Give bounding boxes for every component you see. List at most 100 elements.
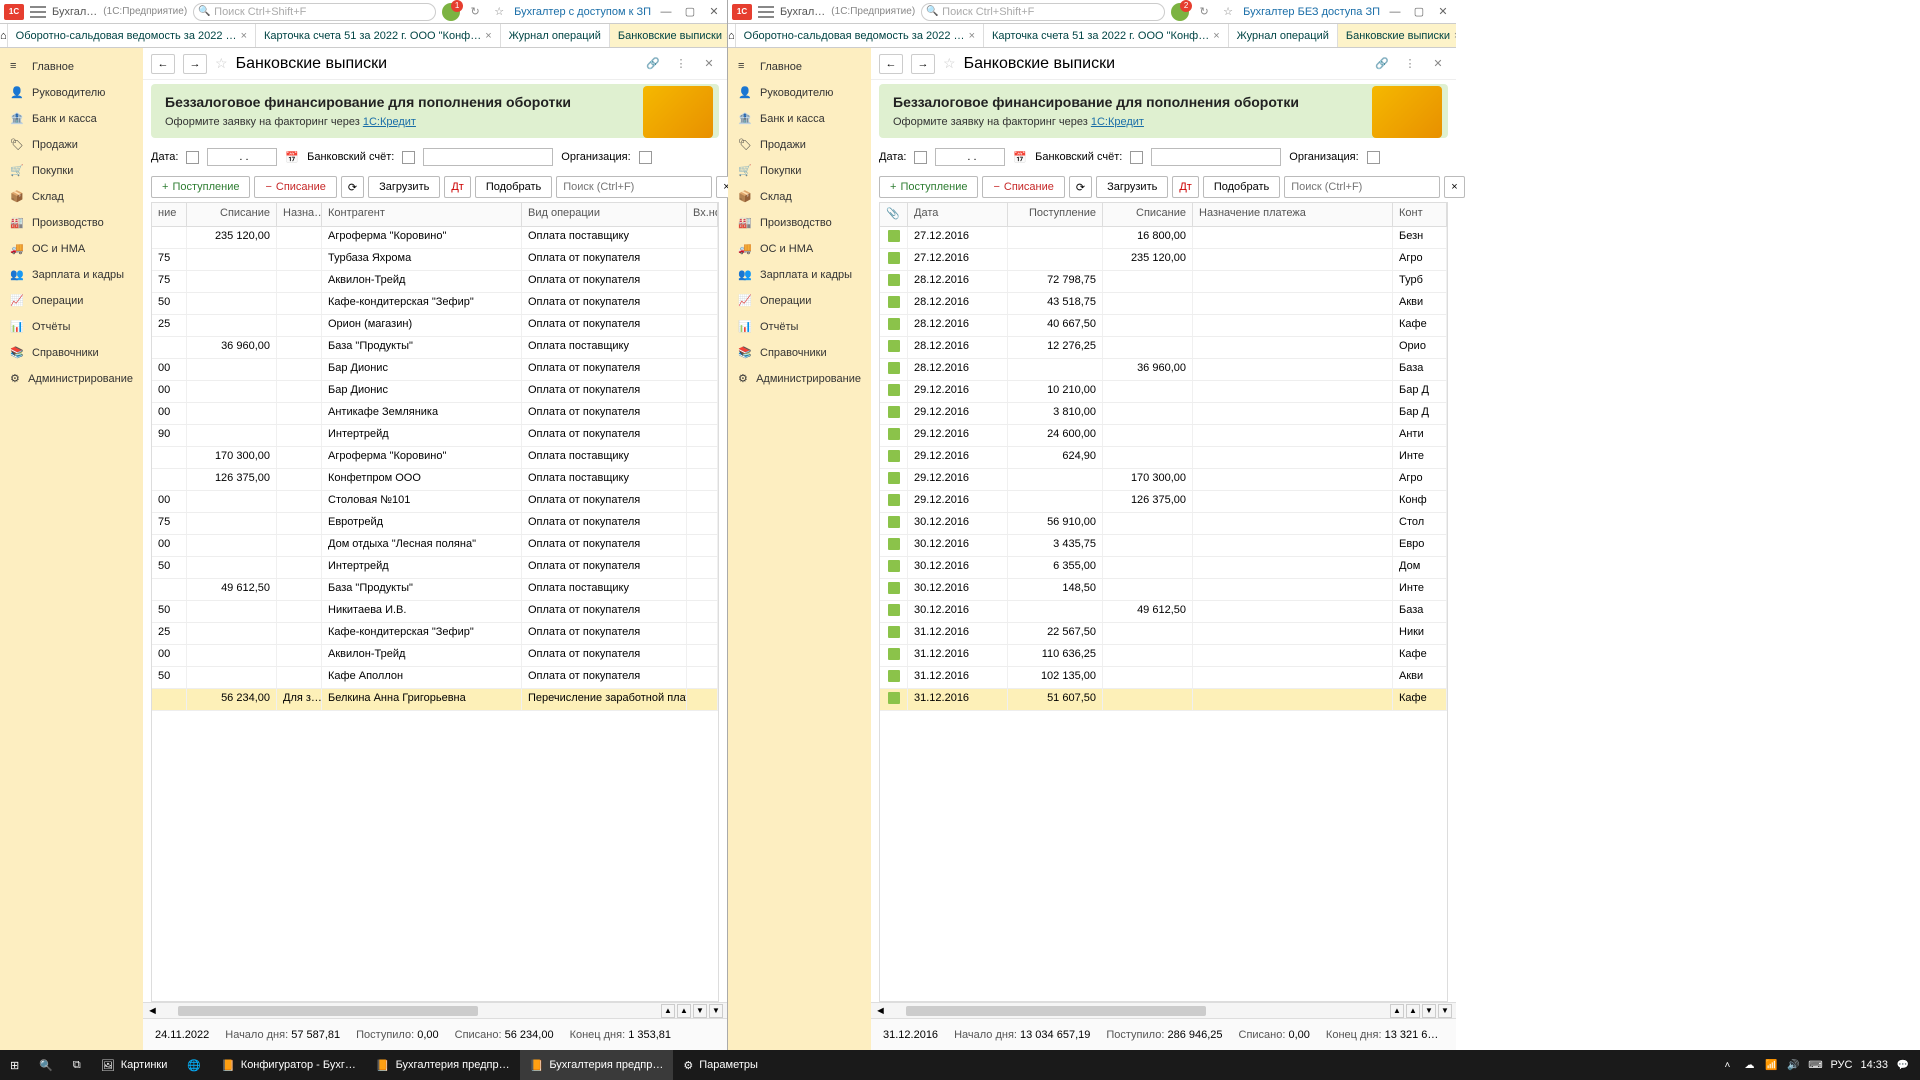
- close-button[interactable]: ✕: [1434, 3, 1452, 21]
- sidebar-item[interactable]: 🚚ОС и НМА: [0, 236, 143, 262]
- table-row[interactable]: 36 960,00База "Продукты"Оплата поставщик…: [152, 337, 718, 359]
- tray-wifi-icon[interactable]: 📶: [1764, 1058, 1778, 1072]
- sidebar-item[interactable]: 📈Операции: [728, 288, 871, 314]
- user-label[interactable]: Бухгалтер БЕЗ доступа ЗП: [1243, 6, 1380, 18]
- table-row[interactable]: 28.12.201643 518,75Акви: [880, 293, 1447, 315]
- table-row[interactable]: 29.12.2016170 300,00Агро: [880, 469, 1447, 491]
- list-search[interactable]: [556, 176, 712, 198]
- table-row[interactable]: 170 300,00Агроферма "Коровино"Оплата пос…: [152, 447, 718, 469]
- menu-icon[interactable]: [758, 6, 774, 18]
- back-button[interactable]: ←: [879, 54, 903, 74]
- tab-0[interactable]: Оборотно-сальдовая ведомость за 2022 …×: [736, 24, 984, 48]
- maximize-button[interactable]: ▢: [681, 3, 699, 21]
- table-row[interactable]: 30.12.20166 355,00Дом: [880, 557, 1447, 579]
- history-icon[interactable]: ↻: [466, 3, 484, 21]
- calendar-icon[interactable]: 📅: [285, 151, 299, 164]
- load-button[interactable]: Загрузить: [1096, 176, 1168, 198]
- taskbar-item[interactable]: 📙Бухгалтерия предпр…: [520, 1050, 674, 1080]
- income-button[interactable]: + Поступление: [879, 176, 978, 198]
- calendar-icon[interactable]: 📅: [1013, 151, 1027, 164]
- minimize-button[interactable]: —: [657, 3, 675, 21]
- clear-search-button[interactable]: ×: [1444, 176, 1464, 198]
- lang-indicator[interactable]: РУС: [1830, 1059, 1852, 1071]
- table-row[interactable]: 126 375,00Конфетпром ООООплата поставщик…: [152, 469, 718, 491]
- bank-check[interactable]: [402, 151, 415, 164]
- refresh-button[interactable]: ⟳: [341, 176, 364, 198]
- sidebar-item[interactable]: 📚Справочники: [728, 340, 871, 366]
- tray-sound-icon[interactable]: 🔊: [1786, 1058, 1800, 1072]
- table-row[interactable]: 75Аквилон-ТрейдОплата от покупателя: [152, 271, 718, 293]
- tab-0[interactable]: Оборотно-сальдовая ведомость за 2022 …×: [8, 24, 256, 48]
- outcome-button[interactable]: − Списание: [254, 176, 336, 198]
- table-row[interactable]: 50Кафе-кондитерская "Зефир"Оплата от пок…: [152, 293, 718, 315]
- close-page-button[interactable]: ✕: [1428, 54, 1448, 74]
- tab-3[interactable]: Банковские выписки×: [610, 24, 727, 48]
- sidebar-item[interactable]: 📈Операции: [0, 288, 143, 314]
- forward-button[interactable]: →: [183, 54, 207, 74]
- table-row[interactable]: 27.12.201616 800,00Безн: [880, 227, 1447, 249]
- table-row[interactable]: 00Бар ДионисОплата от покупателя: [152, 359, 718, 381]
- favorite-icon[interactable]: ☆: [215, 55, 228, 72]
- clock[interactable]: 14:33: [1860, 1059, 1888, 1071]
- sidebar-item[interactable]: ≡Главное: [728, 54, 871, 80]
- sidebar-item[interactable]: ⚙Администрирование: [728, 366, 871, 392]
- refresh-button[interactable]: ⟳: [1069, 176, 1092, 198]
- sidebar-item[interactable]: 🛒Покупки: [728, 158, 871, 184]
- taskview-button[interactable]: ⧉: [63, 1050, 91, 1080]
- forward-button[interactable]: →: [911, 54, 935, 74]
- table-row[interactable]: 50ИнтертрейдОплата от покупателя: [152, 557, 718, 579]
- table-row[interactable]: 75Турбаза ЯхромаОплата от покупателя: [152, 249, 718, 271]
- start-button[interactable]: ⊞: [0, 1050, 29, 1080]
- user-label[interactable]: Бухгалтер с доступом к ЗП: [514, 6, 651, 18]
- more-icon[interactable]: ⋮: [1400, 54, 1420, 74]
- tab-3[interactable]: Банковские выписки×: [1338, 24, 1456, 48]
- sidebar-item[interactable]: 📊Отчёты: [728, 314, 871, 340]
- date-check[interactable]: [914, 151, 927, 164]
- sidebar-item[interactable]: ⚙Администрирование: [0, 366, 143, 392]
- sidebar-item[interactable]: 🏦Банк и касса: [728, 106, 871, 132]
- banner-link[interactable]: 1С:Кредит: [363, 116, 416, 128]
- table-row[interactable]: 00Аквилон-ТрейдОплата от покупателя: [152, 645, 718, 667]
- bank-select[interactable]: [423, 148, 553, 166]
- table-row[interactable]: 30.12.201649 612,50База: [880, 601, 1447, 623]
- date-check[interactable]: [186, 151, 199, 164]
- star-icon[interactable]: ☆: [1219, 3, 1237, 21]
- tab-1[interactable]: Карточка счета 51 за 2022 г. ООО "Конф…×: [256, 24, 501, 48]
- list-search[interactable]: [1284, 176, 1440, 198]
- table-row[interactable]: 28.12.201636 960,00База: [880, 359, 1447, 381]
- tab-2[interactable]: Журнал операций: [501, 24, 610, 48]
- sidebar-item[interactable]: 📚Справочники: [0, 340, 143, 366]
- table-row[interactable]: 31.12.2016110 636,25Кафе: [880, 645, 1447, 667]
- table-row[interactable]: 29.12.2016624,90Инте: [880, 447, 1447, 469]
- table-row[interactable]: 00Столовая №101Оплата от покупателя: [152, 491, 718, 513]
- bank-select[interactable]: [1151, 148, 1281, 166]
- history-icon[interactable]: ↻: [1195, 3, 1213, 21]
- table-row[interactable]: 00Дом отдыха "Лесная поляна"Оплата от по…: [152, 535, 718, 557]
- link-icon[interactable]: 🔗: [1372, 54, 1392, 74]
- pick-button[interactable]: Подобрать: [475, 176, 552, 198]
- notification-badge[interactable]: 1: [442, 3, 460, 21]
- table-row[interactable]: 29.12.201610 210,00Бар Д: [880, 381, 1447, 403]
- notifications-button[interactable]: 💬: [1896, 1058, 1910, 1072]
- more-icon[interactable]: ⋮: [671, 54, 691, 74]
- sidebar-item[interactable]: 🏭Производство: [728, 210, 871, 236]
- h-scrollbar[interactable]: ◄ ▲▲▼▼: [871, 1002, 1456, 1018]
- sidebar-item[interactable]: 📦Склад: [0, 184, 143, 210]
- maximize-button[interactable]: ▢: [1410, 3, 1428, 21]
- close-page-button[interactable]: ✕: [699, 54, 719, 74]
- home-tab[interactable]: ⌂: [0, 24, 8, 48]
- table-row[interactable]: 28.12.201612 276,25Орио: [880, 337, 1447, 359]
- table-row[interactable]: 75ЕвротрейдОплата от покупателя: [152, 513, 718, 535]
- favorite-icon[interactable]: ☆: [943, 55, 956, 72]
- bank-check[interactable]: [1130, 151, 1143, 164]
- table-row[interactable]: 56 234,00Для з…Белкина Анна ГригорьевнаП…: [152, 689, 718, 711]
- table-row[interactable]: 25Орион (магазин)Оплата от покупателя: [152, 315, 718, 337]
- table-row[interactable]: 30.12.20163 435,75Евро: [880, 535, 1447, 557]
- tray-keyboard-icon[interactable]: ⌨: [1808, 1058, 1822, 1072]
- table-row[interactable]: 00Антикафе ЗемляникаОплата от покупателя: [152, 403, 718, 425]
- org-check[interactable]: [1367, 151, 1380, 164]
- table-row[interactable]: 28.12.201640 667,50Кафе: [880, 315, 1447, 337]
- table-row[interactable]: 31.12.201651 607,50Кафе: [880, 689, 1447, 711]
- outcome-button[interactable]: − Списание: [982, 176, 1064, 198]
- banner-link[interactable]: 1С:Кредит: [1091, 116, 1144, 128]
